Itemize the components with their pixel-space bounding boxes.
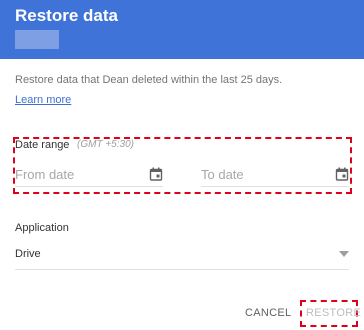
date-range-label: Date range <box>15 139 70 151</box>
timezone-label: (GMT +5:30) <box>77 139 134 150</box>
calendar-icon[interactable] <box>149 167 163 181</box>
learn-more-link[interactable]: Learn more <box>15 94 71 106</box>
from-date-field[interactable]: From date <box>15 162 163 187</box>
restore-data-dialog: Restore data Restore data that Dean dele… <box>0 0 364 330</box>
application-label: Application <box>15 222 69 234</box>
restore-button[interactable]: RESTORE <box>306 307 361 319</box>
from-date-placeholder: From date <box>15 167 75 182</box>
dialog-header: Restore data <box>0 0 364 59</box>
to-date-field[interactable]: To date <box>201 162 349 187</box>
calendar-icon[interactable] <box>335 167 349 181</box>
dialog-description: Restore data that Dean deleted within th… <box>15 74 283 86</box>
dialog-title: Restore data <box>15 6 118 25</box>
application-select[interactable]: Drive <box>15 243 349 270</box>
redacted-user-name <box>15 30 59 49</box>
cancel-button[interactable]: CANCEL <box>245 307 291 319</box>
application-value: Drive <box>15 248 41 260</box>
dropdown-arrow-icon <box>339 251 349 257</box>
to-date-placeholder: To date <box>201 167 244 182</box>
